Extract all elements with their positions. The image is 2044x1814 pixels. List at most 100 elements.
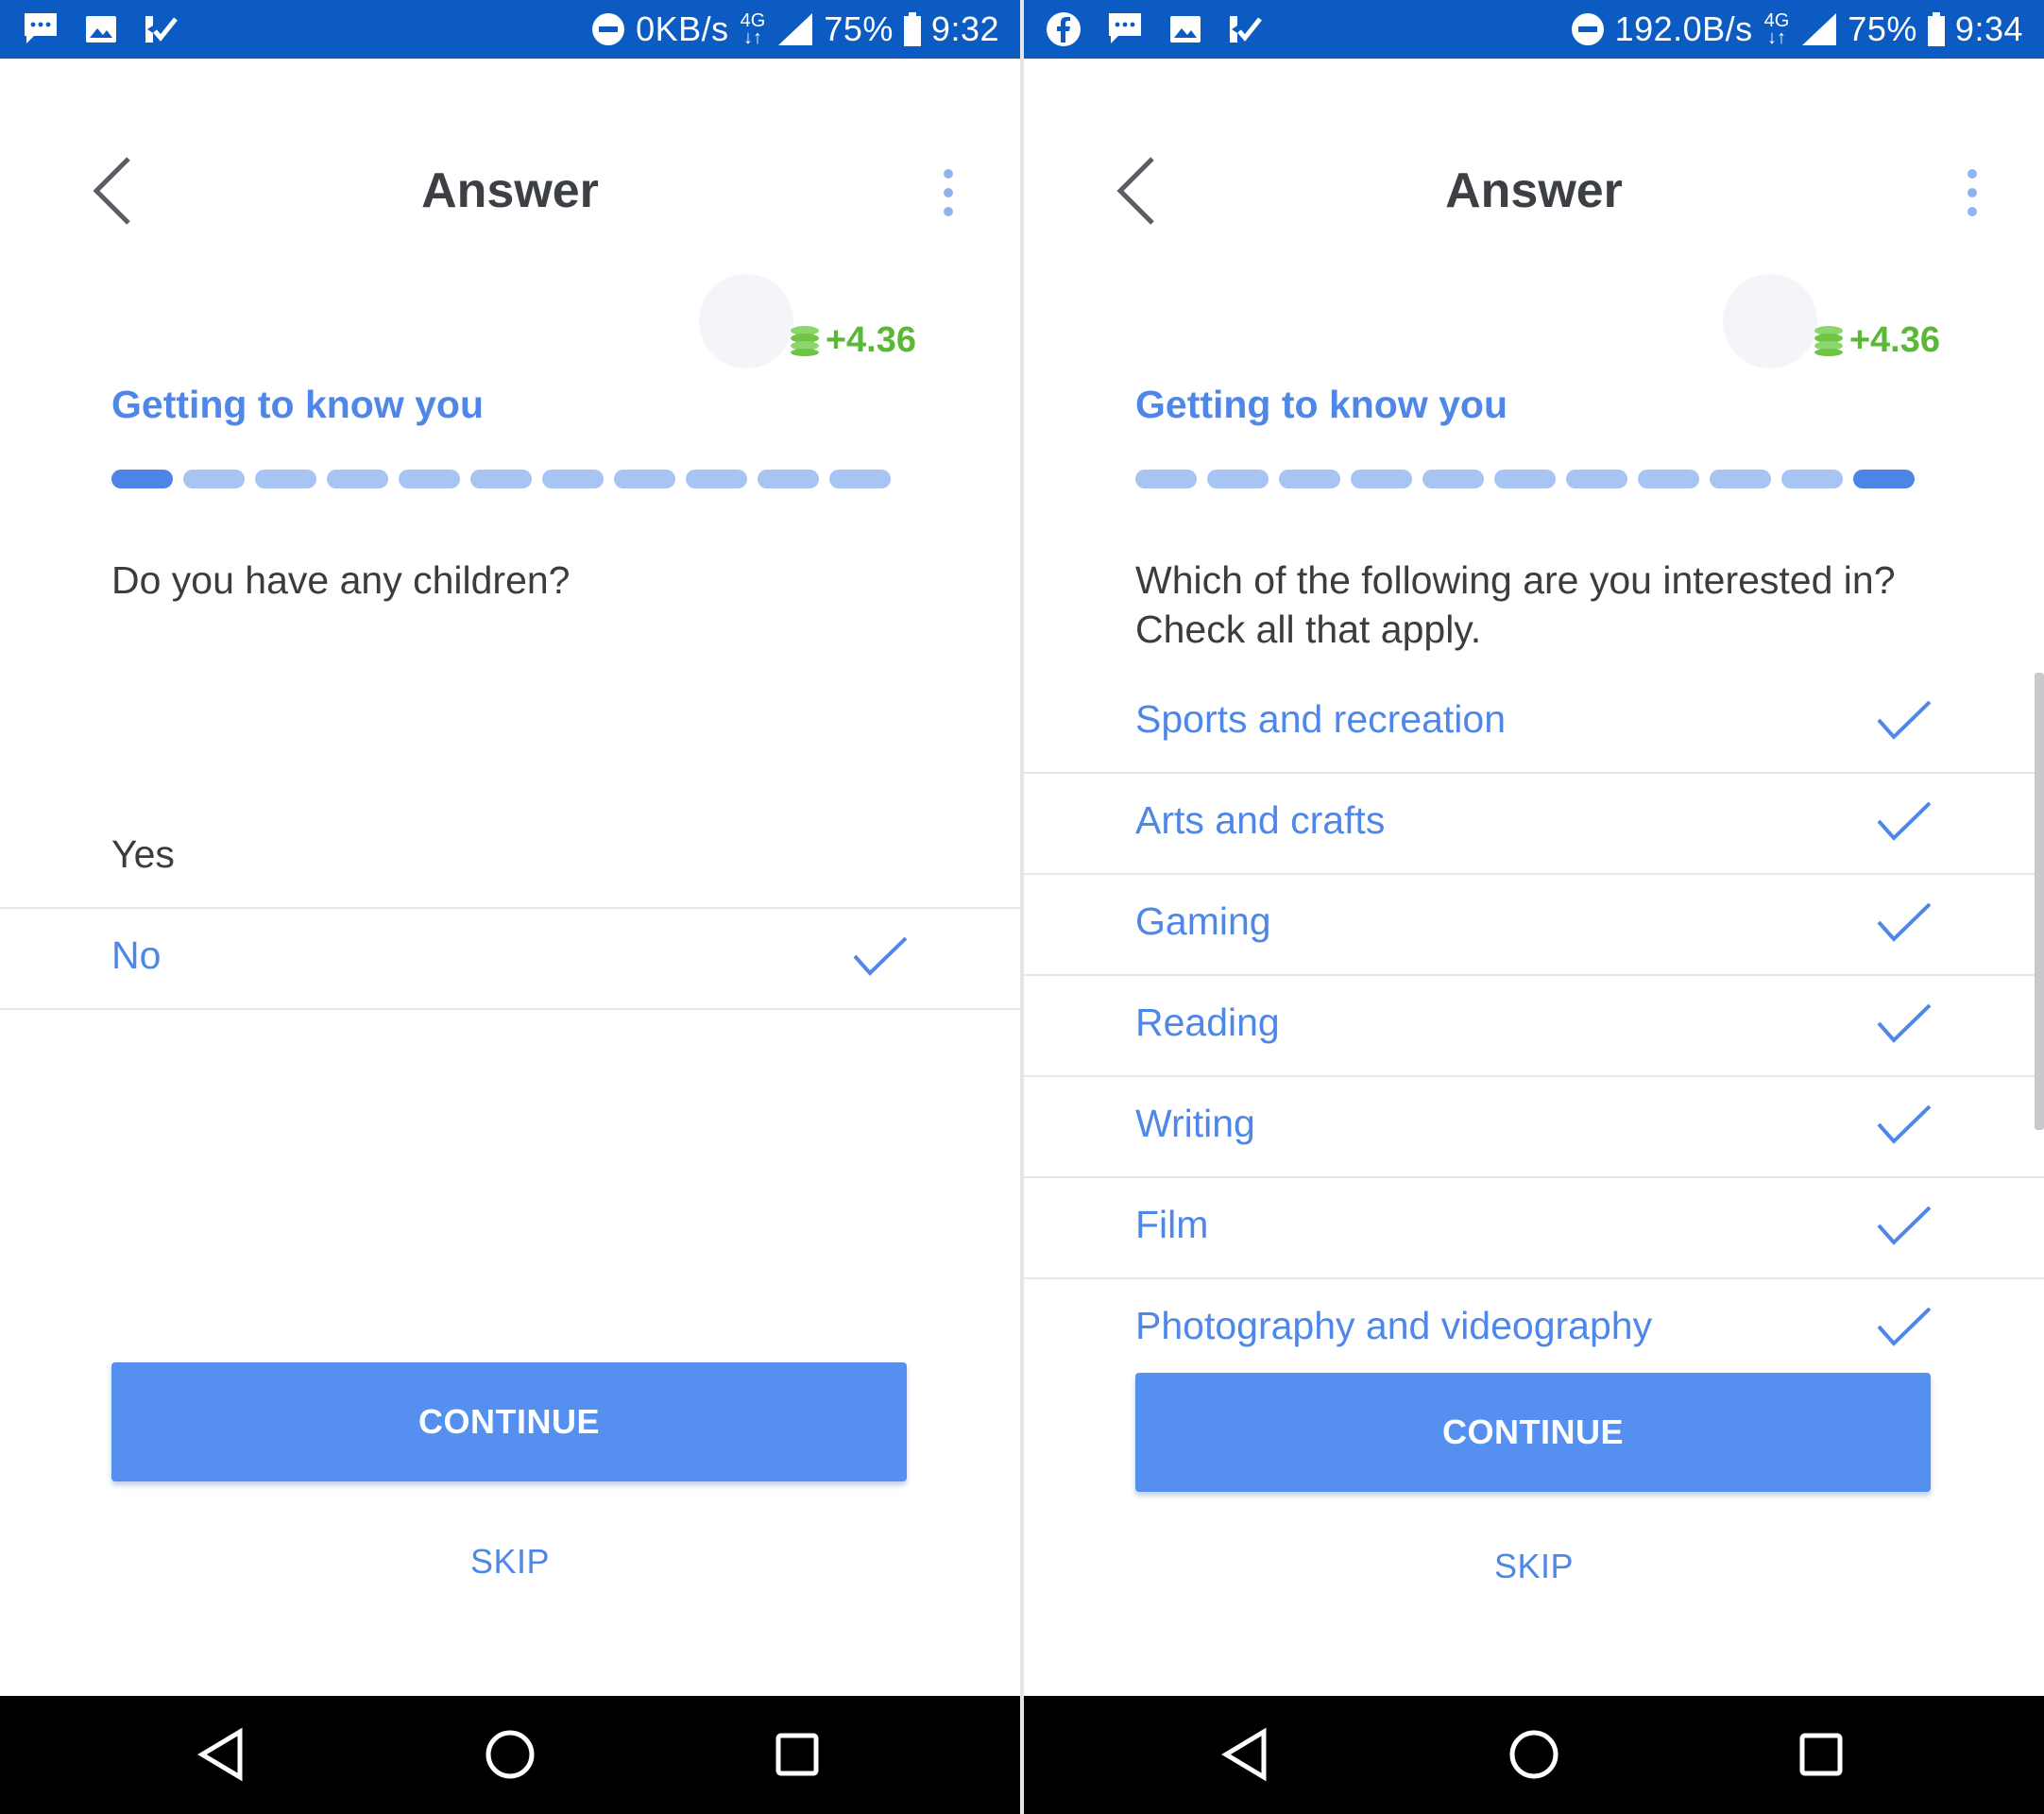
progress-segment bbox=[1781, 470, 1843, 488]
do-not-disturb-icon bbox=[590, 11, 626, 47]
reward-badge-halo bbox=[698, 274, 793, 368]
status-bar: 192.0B/s 4G ↓↑ 75% 9:34 bbox=[1024, 0, 2044, 59]
nav-home-icon[interactable] bbox=[480, 1724, 540, 1785]
answer-option-label: Writing bbox=[1135, 1102, 1255, 1145]
progress-segment bbox=[1351, 470, 1412, 488]
notification-icons bbox=[21, 0, 179, 59]
nav-back-icon[interactable] bbox=[193, 1724, 253, 1785]
progress-segment bbox=[829, 470, 891, 488]
checkmark-icon bbox=[852, 935, 909, 977]
continue-button[interactable]: CONTINUE bbox=[1135, 1373, 1931, 1492]
phone-screen-right: 192.0B/s 4G ↓↑ 75% 9:34 Answer +4.36 Get… bbox=[1024, 0, 2044, 1814]
answer-option-photography[interactable]: Photography and videography bbox=[1024, 1279, 2044, 1380]
battery-percent: 75% bbox=[1848, 9, 1917, 48]
status-info: 0KB/s 4G ↓↑ 75% 9:32 bbox=[590, 0, 999, 59]
clock: 9:34 bbox=[1954, 9, 2023, 48]
answer-option-label: Sports and recreation bbox=[1135, 697, 1507, 741]
network-type-label: 4G bbox=[1763, 10, 1790, 31]
progress-segment bbox=[614, 470, 675, 488]
question-text: Which of the following are you intereste… bbox=[1135, 556, 2004, 654]
status-bar: 0KB/s 4G ↓↑ 75% 9:32 bbox=[0, 0, 1020, 59]
screenshot-stage: 0KB/s 4G ↓↑ 75% 9:32 Answer +4.36 Gettin… bbox=[0, 0, 2044, 1814]
do-not-disturb-icon bbox=[1570, 11, 1606, 47]
scrollbar[interactable] bbox=[2035, 673, 2044, 1130]
answer-option-film[interactable]: Film bbox=[1024, 1178, 2044, 1279]
network-speed: 0KB/s bbox=[636, 9, 729, 48]
progress-segment bbox=[1638, 470, 1699, 488]
message-icon bbox=[1105, 9, 1145, 49]
answer-option-label: Arts and crafts bbox=[1135, 798, 1386, 842]
answer-option-arts[interactable]: Arts and crafts bbox=[1024, 774, 2044, 875]
progress-segment bbox=[1566, 470, 1627, 488]
question-text: Do you have any children? bbox=[111, 558, 571, 602]
reward-amount: +4.36 bbox=[825, 319, 916, 360]
progress-segment bbox=[111, 470, 173, 488]
nav-home-icon[interactable] bbox=[1504, 1724, 1564, 1785]
answer-option-yes[interactable]: Yes bbox=[0, 808, 1020, 909]
checkmark-icon bbox=[1876, 699, 1933, 741]
notification-icons bbox=[1045, 0, 1264, 59]
question-line: Which of the following are you intereste… bbox=[1135, 558, 1896, 602]
checkmark-icon bbox=[1876, 1306, 1933, 1347]
app-bar: Answer bbox=[1024, 59, 2044, 328]
nav-recents-icon[interactable] bbox=[767, 1724, 827, 1785]
reward-badge-halo bbox=[1722, 274, 1817, 368]
nav-back-icon[interactable] bbox=[1217, 1724, 1277, 1785]
checkmark-icon bbox=[1876, 800, 1933, 842]
coins-icon bbox=[1812, 323, 1846, 357]
image-icon bbox=[1167, 11, 1203, 47]
skip-link[interactable]: SKIP bbox=[0, 1542, 1020, 1582]
skip-link[interactable]: SKIP bbox=[1024, 1547, 2044, 1586]
continue-button[interactable]: CONTINUE bbox=[111, 1362, 907, 1481]
checkmark-icon bbox=[1876, 1104, 1933, 1145]
checkmark-icon bbox=[1876, 1205, 1933, 1246]
progress-segment bbox=[255, 470, 316, 488]
question-progress bbox=[111, 470, 891, 488]
progress-segment bbox=[1135, 470, 1197, 488]
system-nav-bar bbox=[1024, 1696, 2044, 1814]
answer-option-label: Reading bbox=[1135, 1001, 1280, 1044]
question-line: Check all that apply. bbox=[1135, 608, 1482, 651]
answer-option-no[interactable]: No bbox=[0, 909, 1020, 1010]
answer-option-label: Yes bbox=[111, 832, 175, 876]
progress-segment bbox=[1279, 470, 1340, 488]
reward-badge: +4.36 bbox=[1713, 274, 1940, 368]
more-options-icon[interactable] bbox=[1963, 166, 1982, 223]
battery-icon bbox=[903, 11, 922, 47]
page-title: Answer bbox=[1445, 163, 1623, 218]
progress-segment bbox=[470, 470, 532, 488]
progress-segment bbox=[1853, 470, 1915, 488]
system-nav-bar bbox=[0, 1696, 1020, 1814]
answer-option-sports[interactable]: Sports and recreation bbox=[1024, 673, 2044, 774]
status-info: 192.0B/s 4G ↓↑ 75% 9:34 bbox=[1570, 0, 2023, 59]
answer-option-label: Photography and videography bbox=[1135, 1304, 1653, 1347]
checkmark-icon bbox=[1876, 1002, 1933, 1044]
signal-icon bbox=[1800, 11, 1838, 47]
more-options-icon[interactable] bbox=[939, 166, 958, 223]
section-heading: Getting to know you bbox=[1135, 383, 1508, 426]
reward-badge: +4.36 bbox=[690, 274, 916, 368]
answer-option-reading[interactable]: Reading bbox=[1024, 976, 2044, 1077]
image-icon bbox=[83, 11, 119, 47]
section-heading: Getting to know you bbox=[111, 383, 485, 426]
network-speed: 192.0B/s bbox=[1614, 9, 1753, 48]
clock: 9:32 bbox=[930, 9, 999, 48]
answer-list: Yes No bbox=[0, 808, 1020, 1010]
nav-recents-icon[interactable] bbox=[1791, 1724, 1851, 1785]
progress-segment bbox=[1710, 470, 1771, 488]
network-type-label: 4G bbox=[740, 10, 766, 31]
phone-screen-left: 0KB/s 4G ↓↑ 75% 9:32 Answer +4.36 Gettin… bbox=[0, 0, 1020, 1814]
battery-percent: 75% bbox=[824, 9, 894, 48]
progress-segment bbox=[183, 470, 245, 488]
progress-segment bbox=[327, 470, 388, 488]
progress-segment bbox=[686, 470, 747, 488]
question-progress bbox=[1135, 470, 1915, 488]
checkmark-icon bbox=[1876, 901, 1933, 943]
facebook-icon bbox=[1045, 10, 1082, 48]
reward-amount: +4.36 bbox=[1848, 319, 1940, 360]
answer-option-writing[interactable]: Writing bbox=[1024, 1077, 2044, 1178]
coins-icon bbox=[788, 323, 822, 357]
app-bar: Answer bbox=[0, 59, 1020, 328]
network-type-4g: 4G ↓↑ bbox=[740, 10, 766, 48]
answer-option-gaming[interactable]: Gaming bbox=[1024, 875, 2044, 976]
